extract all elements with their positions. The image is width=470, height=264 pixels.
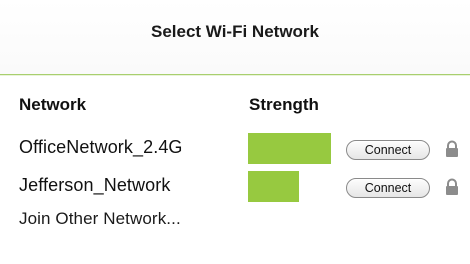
network-column-header: Network — [19, 95, 87, 114]
signal-strength-fill — [248, 133, 331, 164]
wifi-dialog: Select Wi-Fi Network Network Strength Of… — [0, 0, 470, 264]
network-name: OfficeNetwork_2.4G — [19, 137, 183, 157]
lock-icon — [446, 140, 458, 157]
signal-strength-bar — [248, 171, 331, 202]
connect-button[interactable]: Connect — [346, 140, 430, 160]
network-row: Jefferson_Network Connect — [0, 171, 470, 202]
dialog-header: Select Wi-Fi Network — [0, 0, 470, 75]
strength-column-header: Strength — [249, 95, 319, 114]
connect-button[interactable]: Connect — [346, 178, 430, 198]
signal-strength-fill — [248, 171, 300, 202]
join-other-network-row[interactable]: Join Other Network... — [0, 207, 470, 237]
join-other-network-link[interactable]: Join Other Network... — [19, 209, 181, 229]
network-row: OfficeNetwork_2.4G Connect — [0, 133, 470, 164]
lock-icon — [446, 178, 458, 195]
dialog-title: Select Wi-Fi Network — [151, 22, 319, 41]
signal-strength-bar — [248, 133, 331, 164]
network-name: Jefferson_Network — [19, 175, 171, 195]
